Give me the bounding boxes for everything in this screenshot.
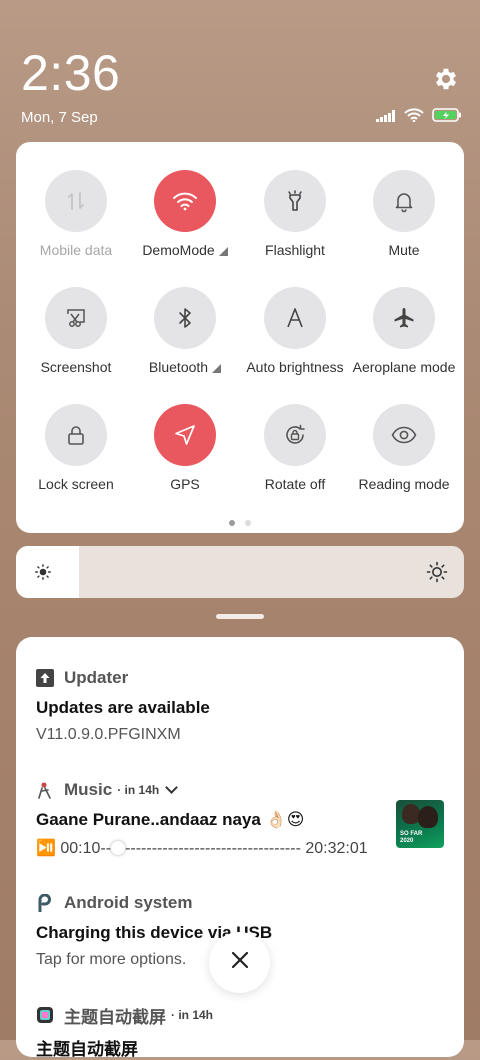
tile-screenshot[interactable]: Screenshot bbox=[21, 287, 131, 375]
tile-label: Bluetooth bbox=[148, 359, 209, 375]
page-dot bbox=[245, 520, 251, 526]
expand-triangle-icon bbox=[218, 247, 228, 256]
notification-time: · in 14h bbox=[171, 1008, 214, 1022]
tile-flashlight[interactable]: Flashlight bbox=[240, 170, 350, 258]
auto-brightness-icon bbox=[264, 287, 326, 349]
tile-mute[interactable]: Mute bbox=[349, 170, 459, 258]
tile-demomode[interactable]: DemoMode bbox=[130, 170, 240, 258]
music-seek-knob[interactable] bbox=[111, 841, 126, 855]
clock-time: 2:36 bbox=[21, 45, 121, 101]
tile-gps[interactable]: GPS bbox=[130, 404, 240, 492]
tile-label: Rotate off bbox=[264, 476, 326, 492]
tile-label: Lock screen bbox=[38, 476, 114, 492]
tile-label: Flashlight bbox=[265, 242, 325, 258]
tile-bluetooth[interactable]: Bluetooth bbox=[130, 287, 240, 375]
notification-title: Updates are available bbox=[36, 698, 210, 717]
tile-label: GPS bbox=[170, 476, 200, 492]
theme-screenshot-icon bbox=[36, 1006, 54, 1024]
tile-label: Mute bbox=[388, 242, 420, 258]
close-button[interactable] bbox=[209, 932, 270, 993]
brightness-high-icon bbox=[426, 561, 448, 588]
app-name: Updater bbox=[64, 668, 129, 687]
music-track-line: --------------------------------- bbox=[125, 840, 301, 857]
status-icons bbox=[376, 108, 462, 127]
rotate-lock-icon bbox=[264, 404, 326, 466]
expand-triangle-icon bbox=[212, 364, 222, 373]
page-dot-active bbox=[229, 520, 235, 526]
music-progress: ⏯️ 00:10-- ------------------------------… bbox=[36, 838, 444, 858]
tile-auto-brightness[interactable]: Auto brightness bbox=[240, 287, 350, 375]
quick-settings-panel: Mobile data DemoMode Flashlight Mute Scr… bbox=[16, 142, 464, 533]
android-p-icon bbox=[36, 894, 54, 912]
notification-theme-screenshot[interactable]: 主题自动截屏 · in 14h 主题自动截屏 bbox=[36, 1004, 444, 1060]
screenshot-icon bbox=[45, 287, 107, 349]
battery-charging-icon bbox=[432, 108, 462, 127]
airplane-icon bbox=[373, 287, 435, 349]
clock-date: Mon, 7 Sep bbox=[21, 109, 98, 126]
notification-music[interactable]: Music · in 14h Gaane Purane..andaaz naya… bbox=[36, 779, 444, 858]
signal-icon bbox=[376, 109, 396, 127]
page-indicator bbox=[229, 520, 251, 526]
mobile-data-icon bbox=[45, 170, 107, 232]
eye-icon bbox=[373, 404, 435, 466]
tile-label: Mobile data bbox=[39, 242, 113, 258]
notification-time: · in 14h bbox=[117, 783, 160, 797]
notification-text: V11.0.9.0.PFGINXM bbox=[36, 726, 181, 743]
tile-aeroplane-mode[interactable]: Aeroplane mode bbox=[349, 287, 459, 375]
tile-label: Aeroplane mode bbox=[352, 359, 456, 375]
music-play-time: ⏯️ 00:10-- bbox=[36, 840, 112, 857]
notification-title: Gaane Purane..andaaz naya 👌🏻😍 bbox=[36, 810, 305, 829]
flashlight-icon bbox=[264, 170, 326, 232]
panel-drag-handle[interactable] bbox=[216, 614, 264, 619]
lock-icon bbox=[45, 404, 107, 466]
bluetooth-icon bbox=[154, 287, 216, 349]
bell-icon bbox=[373, 170, 435, 232]
album-thumbnail-caption: SO FAR 2020 bbox=[400, 831, 423, 844]
gear-icon[interactable] bbox=[432, 65, 460, 93]
app-name: Android system bbox=[64, 893, 193, 912]
tile-label: Reading mode bbox=[358, 476, 450, 492]
tile-reading-mode[interactable]: Reading mode bbox=[349, 404, 459, 492]
wifi-icon bbox=[404, 108, 424, 127]
chevron-down-icon[interactable] bbox=[165, 780, 179, 794]
location-icon bbox=[154, 404, 216, 466]
upload-icon bbox=[36, 669, 54, 687]
tile-rotate-off[interactable]: Rotate off bbox=[240, 404, 350, 492]
app-name: Music bbox=[64, 780, 113, 799]
notification-title: 主题自动截屏 bbox=[36, 1040, 138, 1059]
music-end-time: 20:32:01 bbox=[300, 840, 368, 857]
notification-updater[interactable]: Updater Updates are available V11.0.9.0.… bbox=[36, 667, 444, 744]
notification-panel: Updater Updates are available V11.0.9.0.… bbox=[16, 637, 464, 1060]
app-name: 主题自动截屏 bbox=[64, 1007, 166, 1027]
wifi-icon bbox=[154, 170, 216, 232]
brightness-slider[interactable] bbox=[16, 546, 464, 598]
tile-label: DemoMode bbox=[142, 242, 215, 258]
music-icon bbox=[36, 781, 54, 799]
tile-label: Auto brightness bbox=[246, 359, 344, 375]
close-icon bbox=[230, 950, 250, 975]
album-thumbnail: SO FAR 2020 bbox=[396, 800, 444, 848]
tile-label: Screenshot bbox=[40, 359, 112, 375]
tile-lock-screen[interactable]: Lock screen bbox=[21, 404, 131, 492]
tile-mobile-data[interactable]: Mobile data bbox=[21, 170, 131, 258]
brightness-low-icon bbox=[34, 563, 52, 586]
